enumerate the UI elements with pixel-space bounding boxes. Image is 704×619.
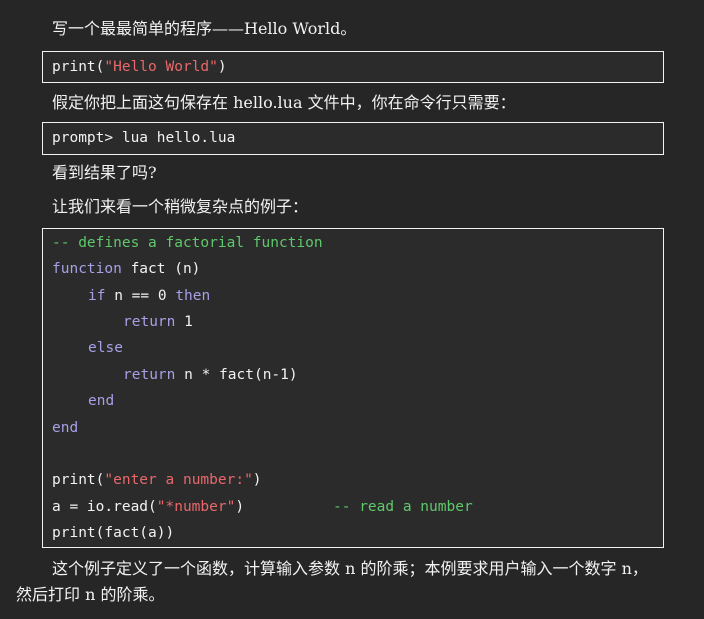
kw-if: if [88,288,106,304]
read-call: a = io.read( [52,499,157,515]
kw-then: then [175,288,211,304]
prompt-code-line: prompt> lua hello.lua [52,130,236,146]
read-close: ) [235,499,245,515]
return-1-value: 1 [175,314,193,330]
save-instruction-text: 假定你把上面这句保存在 hello.lua 文件中，你在命令行只需要： [52,93,516,112]
read-format-string: "*number" [156,499,236,515]
return-2-value: n * fact(n-1) [175,367,298,383]
code-return1-line: return 1 [123,311,193,333]
read-comment: -- read a number [333,499,473,515]
code-last-line: print(fact(a)) [52,525,175,541]
explanation-line-2: 然后打印 n 的阶乘。 [16,585,165,604]
code-if-line: if n == 0 then [88,285,210,307]
code-end-outer: end [52,420,79,436]
hello-code-block: print("Hello World") [42,51,664,83]
kw-return-1: return [123,314,176,330]
code-return2-line: return n * fact(n-1) [123,364,298,386]
intro-text: 写一个最最简单的程序——Hello World。 [52,19,357,38]
if-condition: n == 0 [105,288,176,304]
print-call: print( [52,59,105,75]
kw-return-2: return [123,367,176,383]
code-read-line: a = io.read("*number") [52,496,244,518]
paren-close: ) [217,59,227,75]
code-end-inner: end [88,393,115,409]
prompt-code-block: prompt> lua hello.lua [42,122,664,155]
factorial-code-block: -- defines a factorial function function… [42,228,664,548]
see-result-text: 看到结果了吗? [52,163,157,182]
hello-code-line: print("Hello World") [52,56,227,78]
code-else-line: else [88,340,123,356]
explanation-paragraph: 这个例子定义了一个函数，计算输入参数 n 的阶乘；本例要求用户输入一个数字 n，… [16,556,696,608]
fact-signature: fact (n) [121,261,201,277]
prompt-string: "enter a number:" [104,472,253,488]
print-close: ) [252,472,262,488]
explanation-line-1: 这个例子定义了一个函数，计算输入参数 n 的阶乘；本例要求用户输入一个数字 n， [52,559,648,578]
code-print-prompt-line: print("enter a number:") [52,469,262,491]
print-func: print( [52,472,105,488]
code-function-line: function fact (n) [52,258,200,280]
kw-function: function [52,261,122,277]
complex-example-intro: 让我们来看一个稍微复杂点的例子： [52,197,309,216]
code-comment-top: -- defines a factorial function [52,235,323,251]
hello-string: "Hello World" [104,59,218,75]
